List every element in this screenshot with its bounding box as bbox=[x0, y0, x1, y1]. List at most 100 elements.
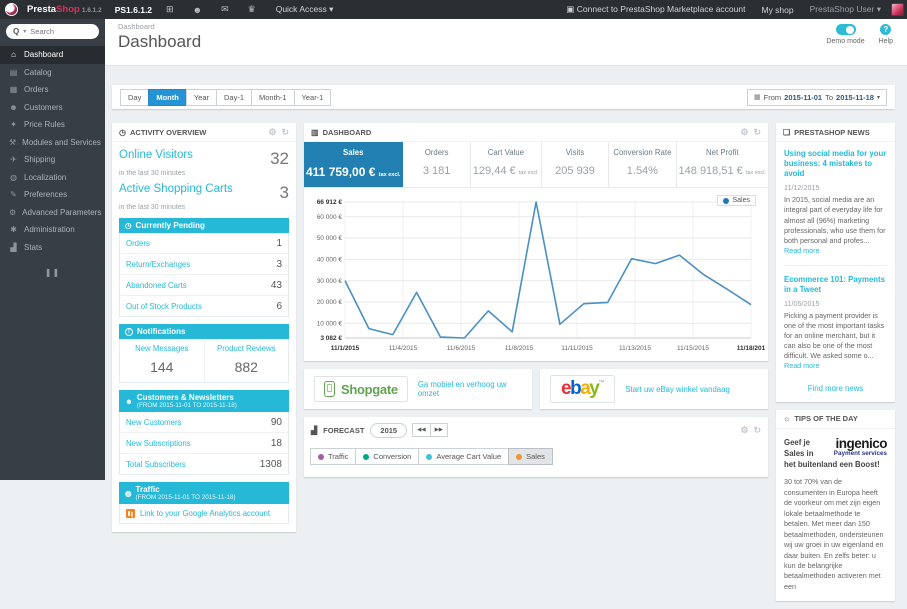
search-input[interactable] bbox=[30, 27, 88, 36]
sidebar-item-localization[interactable]: ◍ Localization bbox=[0, 169, 105, 187]
user-avatar[interactable] bbox=[891, 3, 904, 16]
sales-chart-area: Sales 66 912 €60 000 €50 000 €40 000 €30… bbox=[304, 188, 768, 361]
sidebar-item-modules[interactable]: ⚒ Modules and Services bbox=[0, 134, 105, 152]
kpi-suffix: tax excl. bbox=[519, 170, 539, 176]
online-visitors-value: 32 bbox=[270, 149, 289, 169]
news-panel-title: PRESTASHOP NEWS bbox=[794, 128, 870, 137]
sidebar-item-preferences[interactable]: ✎ Preferences bbox=[0, 186, 105, 204]
read-more-link[interactable]: Read more bbox=[784, 246, 820, 255]
kpi-value: 3 181 bbox=[423, 165, 451, 177]
my-shop-link[interactable]: My shop bbox=[755, 5, 799, 15]
search-box[interactable]: Q ▾ bbox=[6, 24, 99, 39]
new-customers-link[interactable]: New Customers bbox=[126, 418, 181, 427]
kpi-tab-net-profit[interactable]: Net Profit 148 918,51 € tax excl. bbox=[677, 142, 768, 187]
sidebar-item-shipping[interactable]: ✈ Shipping bbox=[0, 151, 105, 169]
news-icon: ❏ bbox=[783, 128, 790, 137]
sidebar-item-catalog[interactable]: ▤ Catalog bbox=[0, 64, 105, 82]
google-analytics-link[interactable]: Link to your Google Analytics account bbox=[140, 509, 270, 518]
read-more-link[interactable]: Read more bbox=[784, 361, 820, 370]
conversion-dot bbox=[363, 454, 369, 460]
chevron-down-icon: ▾ bbox=[877, 94, 880, 101]
sidebar-item-administration[interactable]: ✱ Administration bbox=[0, 221, 105, 239]
ps-version: PS1.6.1.2 bbox=[115, 5, 152, 15]
online-visitors-link[interactable]: Online Visitors bbox=[119, 149, 193, 161]
news-item-title[interactable]: Using social media for your business: 4 … bbox=[784, 149, 887, 179]
ebay-link[interactable]: Start uw eBay winkel vandaag bbox=[625, 385, 729, 394]
forecast-legend-traffic[interactable]: Traffic bbox=[310, 448, 356, 465]
breadcrumb[interactable]: Dashboard bbox=[118, 22, 155, 31]
product-reviews-cell[interactable]: Product Reviews 882 bbox=[204, 339, 289, 382]
currently-pending-header: ◷ Currently Pending bbox=[119, 218, 289, 233]
filter-year-button[interactable]: Year bbox=[186, 89, 217, 106]
pending-orders-link[interactable]: Orders bbox=[126, 239, 150, 248]
ebay-letter: a bbox=[580, 378, 589, 399]
gear-icon[interactable]: ⚙ bbox=[740, 128, 748, 137]
news-item-excerpt: In 2015, social media are an integral pa… bbox=[784, 195, 887, 255]
total-subscribers-link[interactable]: Total Subscribers bbox=[126, 460, 186, 469]
sidebar-item-dashboard[interactable]: ⌂ Dashboard bbox=[0, 46, 105, 64]
chevron-down-icon: ▾ bbox=[877, 4, 881, 14]
refresh-icon[interactable]: ↻ bbox=[753, 128, 761, 137]
find-more-news-link[interactable]: Find more news bbox=[784, 384, 887, 393]
new-messages-cell[interactable]: New Messages 144 bbox=[120, 339, 204, 382]
out-of-stock-link[interactable]: Out of Stock Products bbox=[126, 302, 202, 311]
customers-icon: ☻ bbox=[9, 103, 18, 112]
date-range-picker[interactable]: ▦ From 2015-11-01 To 2015-11-18 ▾ bbox=[747, 89, 887, 106]
marketplace-link[interactable]: ▣ Connect to PrestaShop Marketplace acco… bbox=[560, 4, 751, 15]
gear-icon[interactable]: ⚙ bbox=[268, 128, 276, 137]
refresh-icon[interactable]: ↻ bbox=[281, 128, 289, 137]
cogs-icon: ⚙ bbox=[9, 208, 16, 217]
kpi-tab-cart-value[interactable]: Cart Value 129,44 € tax excl. bbox=[471, 142, 542, 187]
sidebar-item-label: Shipping bbox=[24, 155, 55, 164]
sidebar-item-stats[interactable]: ▟ Stats bbox=[0, 239, 105, 257]
new-messages-label: New Messages bbox=[122, 344, 202, 353]
new-subscriptions-link[interactable]: New Subscriptions bbox=[126, 439, 191, 448]
svg-text:3 082 €: 3 082 € bbox=[320, 335, 342, 342]
sidebar-item-price-rules[interactable]: ✦ Price Rules bbox=[0, 116, 105, 134]
shopgate-link[interactable]: Ga mobiel en verhoog uw omzet bbox=[418, 380, 522, 398]
sidebar-collapse-button[interactable]: ❚❚ bbox=[0, 268, 105, 277]
online-visitors-sub: in the last 30 minutes bbox=[119, 170, 289, 177]
svg-text:10 000 €: 10 000 € bbox=[317, 320, 343, 327]
search-scope-caret[interactable]: ▾ bbox=[23, 28, 26, 35]
kpi-tab-visits[interactable]: Visits 205 939 bbox=[542, 142, 609, 187]
dashboard-icon: ▥ bbox=[311, 128, 319, 137]
user-menu[interactable]: PrestaShop User ▾ bbox=[804, 4, 887, 15]
date-from-value: 2015-11-01 bbox=[784, 93, 822, 102]
forecast-legend-average-cart-value[interactable]: Average Cart Value bbox=[418, 448, 509, 465]
news-item-title[interactable]: Ecommerce 101: Payments in a Tweet bbox=[784, 275, 887, 295]
customers-newsletters-subtitle: (FROM 2015-11-01 TO 2015-11-18) bbox=[137, 402, 237, 409]
user-icon[interactable]: ☻ bbox=[188, 5, 207, 15]
filter-month-1-button[interactable]: Month-1 bbox=[251, 89, 295, 106]
ingenico-logo[interactable]: ingenico Payment services bbox=[819, 437, 887, 458]
demo-mode-toggle[interactable] bbox=[836, 24, 856, 35]
svg-text:11/1/2015: 11/1/2015 bbox=[331, 345, 360, 352]
active-carts-link[interactable]: Active Shopping Carts bbox=[119, 183, 233, 195]
mail-icon[interactable]: ✉ bbox=[216, 4, 234, 15]
table-row: Abandoned Carts 43 bbox=[120, 275, 288, 296]
filter-month-button[interactable]: Month bbox=[148, 89, 187, 106]
filter-year-1-button[interactable]: Year-1 bbox=[294, 89, 332, 106]
kpi-tab-conversion-rate[interactable]: Conversion Rate 1.54% bbox=[609, 142, 676, 187]
forecast-next-button[interactable]: ▶▶ bbox=[430, 423, 448, 437]
sidebar-item-orders[interactable]: ▦ Orders bbox=[0, 81, 105, 99]
cart-icon[interactable]: ⊞ bbox=[161, 4, 179, 15]
forecast-legend-conversion[interactable]: Conversion bbox=[355, 448, 419, 465]
gear-icon[interactable]: ⚙ bbox=[740, 426, 748, 435]
forecast-prev-button[interactable]: ◀◀ bbox=[412, 423, 430, 437]
chart-legend: Sales bbox=[717, 195, 756, 206]
pending-returns-link[interactable]: Return/Exchanges bbox=[126, 260, 190, 269]
sidebar-item-customers[interactable]: ☻ Customers bbox=[0, 99, 105, 117]
kpi-tab-sales[interactable]: Sales 411 759,00 € tax excl. bbox=[304, 142, 403, 187]
abandoned-carts-link[interactable]: Abandoned Carts bbox=[126, 281, 187, 290]
forecast-legend-sales[interactable]: Sales bbox=[508, 448, 553, 465]
quick-access-menu[interactable]: Quick Access ▾ bbox=[270, 4, 340, 15]
refresh-icon[interactable]: ↻ bbox=[753, 426, 761, 435]
trophy-icon[interactable]: ♛ bbox=[243, 4, 261, 15]
help-icon[interactable]: ? bbox=[880, 24, 891, 35]
filter-day-button[interactable]: Day bbox=[120, 89, 149, 106]
sidebar-item-advanced-parameters[interactable]: ⚙ Advanced Parameters bbox=[0, 204, 105, 222]
filter-day-1-button[interactable]: Day-1 bbox=[216, 89, 252, 106]
kpi-tab-orders[interactable]: Orders 3 181 bbox=[403, 142, 470, 187]
ebay-letter: y bbox=[589, 378, 598, 399]
